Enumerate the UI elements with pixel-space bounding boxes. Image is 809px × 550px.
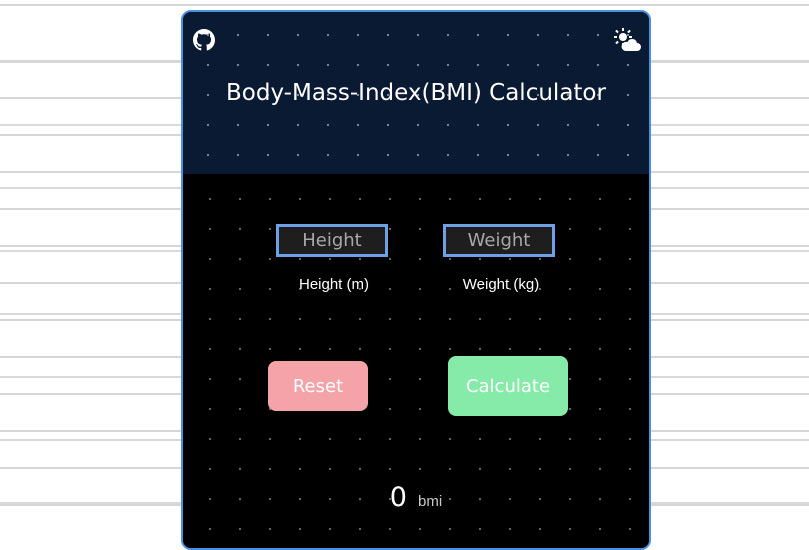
github-icon[interactable] — [193, 29, 215, 51]
height-label: Height (m) — [298, 276, 369, 293]
sun-cloud-icon[interactable] — [613, 27, 641, 53]
bmi-result: 0 bmi — [183, 482, 649, 513]
height-input[interactable] — [276, 224, 388, 257]
weight-input[interactable] — [443, 224, 555, 257]
page-title: Body-Mass-Index(BMI) Calculator — [226, 80, 606, 106]
bmi-value: 0 — [389, 482, 407, 513]
calculate-button[interactable]: Calculate — [448, 356, 568, 416]
bmi-card: Body-Mass-Index(BMI) Calculator Height (… — [181, 10, 651, 550]
reset-button[interactable]: Reset — [268, 361, 368, 411]
weight-label: Weight (kg) — [462, 276, 540, 293]
bmi-unit: bmi — [418, 493, 443, 510]
